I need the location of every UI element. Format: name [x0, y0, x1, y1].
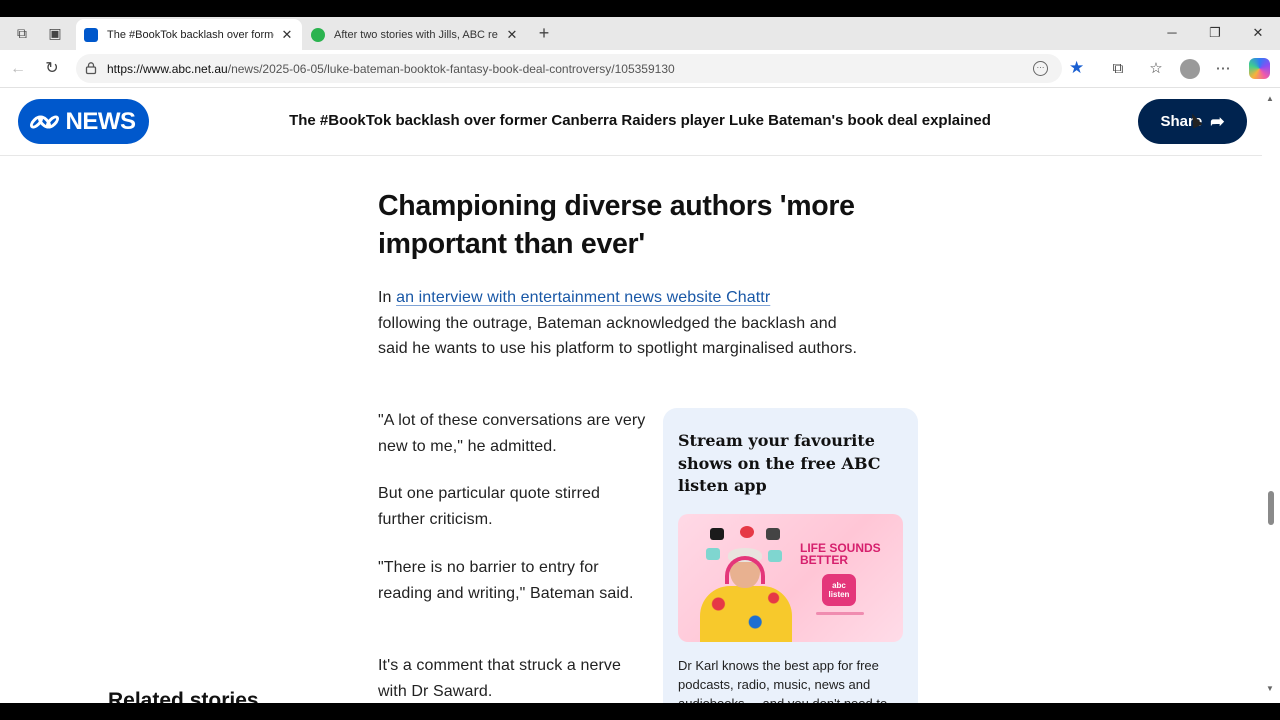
navigation-bar: ← ↻ https://www.abc.net.au/news/2025-06-… — [0, 50, 1280, 88]
close-window-button[interactable]: ✕ — [1248, 25, 1268, 41]
para-rest: following the outrage, Bateman acknowled… — [378, 314, 858, 358]
sticker-icon — [740, 526, 754, 538]
scrollbar-thumb[interactable] — [1268, 491, 1274, 525]
section-heading: Championing diverse authors 'more import… — [378, 190, 855, 260]
tab-booktok-article[interactable]: The #BookTok backlash over former Canber… — [76, 19, 302, 50]
play-favicon-icon — [311, 27, 325, 42]
screen: ⧉ ▣ The #BookTok backlash over former Ca… — [0, 0, 1280, 720]
promo-tagline: LIFE SOUNDS BETTER — [800, 542, 886, 566]
tab-jills-article[interactable]: After two stories with Jills, ABC re ✕ — [303, 19, 527, 50]
abc-favicon-icon — [84, 27, 98, 42]
reload-button[interactable]: ↻ — [42, 60, 62, 78]
sticker-icon — [706, 548, 720, 560]
sticker-icon — [768, 550, 782, 562]
url-domain: https://www.abc.net.au — [107, 62, 228, 76]
back-button[interactable]: ← — [8, 60, 28, 78]
paragraph-quote-1: "A lot of these conversations are very n… — [378, 412, 646, 455]
header-article-title: The #BookTok backlash over former Canber… — [289, 112, 991, 129]
paragraph-criticism: But one particular quote stirred further… — [378, 485, 600, 528]
sticker-icon — [710, 528, 724, 540]
tab-close-icon[interactable]: ✕ — [505, 27, 519, 43]
promo-image[interactable]: LIFE SOUNDS BETTER abc listen — [678, 514, 903, 642]
copilot-icon[interactable] — [1249, 58, 1270, 79]
para-prefix: In — [378, 289, 397, 306]
tagline-text: LIFE SOUNDS BETTER — [800, 541, 881, 567]
listen-app-promo[interactable]: Stream your favourite shows on the free … — [663, 408, 918, 703]
chattr-interview-link[interactable]: an interview with entertainment news web… — [396, 289, 770, 306]
sticky-header: NEWS The #BookTok backlash over former C… — [0, 88, 1262, 156]
minimize-button[interactable]: ─ — [1162, 25, 1182, 40]
promo-title: Stream your favourite shows on the free … — [678, 431, 881, 495]
scroll-down-icon[interactable]: ▼ — [1266, 684, 1274, 693]
abc-lissajous-icon — [27, 112, 61, 132]
workspaces-icon[interactable]: ⧉ — [13, 24, 31, 42]
paragraph-quote-2: "There is no barrier to entry for readin… — [378, 559, 634, 602]
sticker-icon — [766, 528, 780, 540]
download-strip — [816, 612, 864, 615]
profile-icon[interactable] — [1180, 59, 1200, 79]
browser-window: ⧉ ▣ The #BookTok backlash over former Ca… — [0, 17, 1280, 703]
app-label: listen — [828, 590, 850, 599]
site-info-icon[interactable] — [84, 61, 98, 75]
related-stories-heading: Related stories — [108, 689, 259, 703]
page-scrollbar[interactable]: ▲ ▼ — [1262, 88, 1280, 703]
paragraph-interview: In an interview with entertainment news … — [378, 285, 868, 362]
star-filled-icon[interactable]: ★ — [1069, 59, 1084, 77]
abc-news-logo[interactable]: NEWS — [18, 99, 149, 144]
favorites-icon[interactable]: ☆ — [1146, 60, 1166, 78]
tab-bar: ⧉ ▣ The #BookTok backlash over former Ca… — [0, 17, 1280, 50]
new-tab-button[interactable]: + — [534, 23, 554, 44]
promo-body: Dr Karl knows the best app for free podc… — [678, 658, 887, 703]
tab-title: After two stories with Jills, ABC re — [334, 28, 498, 41]
abc-listen-app-icon: abc listen — [822, 574, 856, 606]
share-arrow-icon: ➦ — [1210, 111, 1225, 131]
address-bar[interactable]: https://www.abc.net.au/news/2025-06-05/l… — [76, 54, 1062, 83]
url-text[interactable]: https://www.abc.net.au/news/2025-06-05/l… — [107, 62, 675, 76]
tab-title: The #BookTok backlash over former Canber… — [107, 28, 274, 41]
more-icon[interactable]: ⋯ — [1213, 60, 1233, 78]
scroll-up-icon[interactable]: ▲ — [1266, 94, 1274, 103]
url-path: /news/2025-06-05/luke-bateman-booktok-fa… — [227, 62, 675, 76]
restore-button[interactable]: ❐ — [1205, 25, 1225, 41]
page-viewport: NEWS The #BookTok backlash over former C… — [0, 88, 1262, 703]
tab-actions-icon[interactable]: ▣ — [46, 24, 64, 42]
paragraph-saward: It's a comment that struck a nerve with … — [378, 657, 621, 700]
logo-text: NEWS — [65, 107, 137, 135]
dr-karl-shirt — [700, 586, 792, 642]
tab-close-icon[interactable]: ✕ — [280, 27, 294, 43]
immersive-reader-icon[interactable]: ⋯ — [1033, 61, 1048, 76]
extensions-icon[interactable]: ⧉ — [1108, 60, 1128, 78]
